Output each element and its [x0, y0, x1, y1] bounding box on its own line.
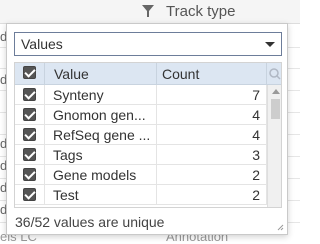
- scroll-thumb[interactable]: [271, 99, 280, 119]
- row-value: Tags: [53, 147, 83, 163]
- row-checkbox[interactable]: [23, 108, 36, 121]
- row-value: RefSeq gene ...: [53, 127, 151, 143]
- row-checkbox-cell[interactable]: [15, 185, 45, 205]
- list-item[interactable]: Tags 3: [15, 145, 267, 165]
- select-value: Values: [21, 36, 63, 52]
- row-count: 4: [252, 107, 260, 123]
- list-item[interactable]: Gene models 2: [15, 165, 267, 185]
- row-value-cell: RefSeq gene ...: [45, 125, 157, 145]
- header-select-all-cell[interactable]: [15, 63, 45, 84]
- row-checkbox[interactable]: [23, 188, 36, 201]
- list-item[interactable]: RefSeq gene ... 4: [15, 125, 267, 145]
- row-value-cell: Synteny: [45, 85, 157, 105]
- list-item[interactable]: Synteny 7: [15, 85, 267, 105]
- grid-header: Value Count: [15, 63, 282, 85]
- row-count-cell: 3: [157, 145, 267, 165]
- vertical-scrollbar[interactable]: [267, 85, 281, 207]
- row-checkbox-cell[interactable]: [15, 145, 45, 165]
- row-count: 4: [252, 127, 260, 143]
- row-value: Synteny: [53, 87, 104, 103]
- filter-popup: Values Value Count Synteny 7 Gnomon gen.…: [6, 23, 288, 235]
- scroll-up-arrow-icon[interactable]: [272, 89, 280, 94]
- row-value: Test: [53, 187, 79, 203]
- table-header: Track type: [0, 0, 300, 24]
- column-title-track-type[interactable]: Track type: [166, 3, 235, 20]
- row-count-cell: 4: [157, 125, 267, 145]
- row-count: 2: [252, 187, 260, 203]
- row-count: 2: [252, 167, 260, 183]
- filter-type-select[interactable]: Values: [14, 32, 282, 56]
- search-icon[interactable]: [267, 63, 282, 85]
- row-checkbox-cell[interactable]: [15, 165, 45, 185]
- row-count: 7: [252, 87, 260, 103]
- header-count-label: Count: [162, 66, 200, 82]
- row-count-cell: 7: [157, 85, 267, 105]
- row-checkbox[interactable]: [23, 88, 36, 101]
- row-value-cell: Gene models: [45, 165, 157, 185]
- row-value: Gnomon gen...: [53, 107, 146, 123]
- row-checkbox-cell[interactable]: [15, 125, 45, 145]
- row-value-cell: Tags: [45, 145, 157, 165]
- values-grid: Value Count Synteny 7 Gnomon gen... 4 Re…: [14, 62, 282, 208]
- header-count-cell[interactable]: Count: [157, 63, 267, 84]
- header-value-cell[interactable]: Value: [45, 63, 157, 84]
- row-value: Gene models: [53, 167, 137, 183]
- row-count-cell: 2: [157, 185, 267, 205]
- unique-values-status: 36/52 values are unique: [15, 214, 165, 230]
- row-count: 3: [252, 147, 260, 163]
- row-value-cell: Gnomon gen...: [45, 105, 157, 125]
- row-checkbox[interactable]: [23, 168, 36, 181]
- row-checkbox[interactable]: [23, 128, 36, 141]
- resize-grip-icon[interactable]: [276, 223, 284, 231]
- chevron-down-icon[interactable]: [265, 42, 275, 47]
- row-checkbox-cell[interactable]: [15, 85, 45, 105]
- row-value-cell: Test: [45, 185, 157, 205]
- row-count-cell: 2: [157, 165, 267, 185]
- row-checkbox[interactable]: [23, 148, 36, 161]
- select-all-checkbox[interactable]: [23, 66, 36, 79]
- list-item[interactable]: Test 2: [15, 185, 267, 205]
- filter-icon[interactable]: [142, 5, 154, 17]
- header-value-label: Value: [54, 66, 89, 82]
- list-item[interactable]: Gnomon gen... 4: [15, 105, 267, 125]
- row-count-cell: 4: [157, 105, 267, 125]
- row-checkbox-cell[interactable]: [15, 105, 45, 125]
